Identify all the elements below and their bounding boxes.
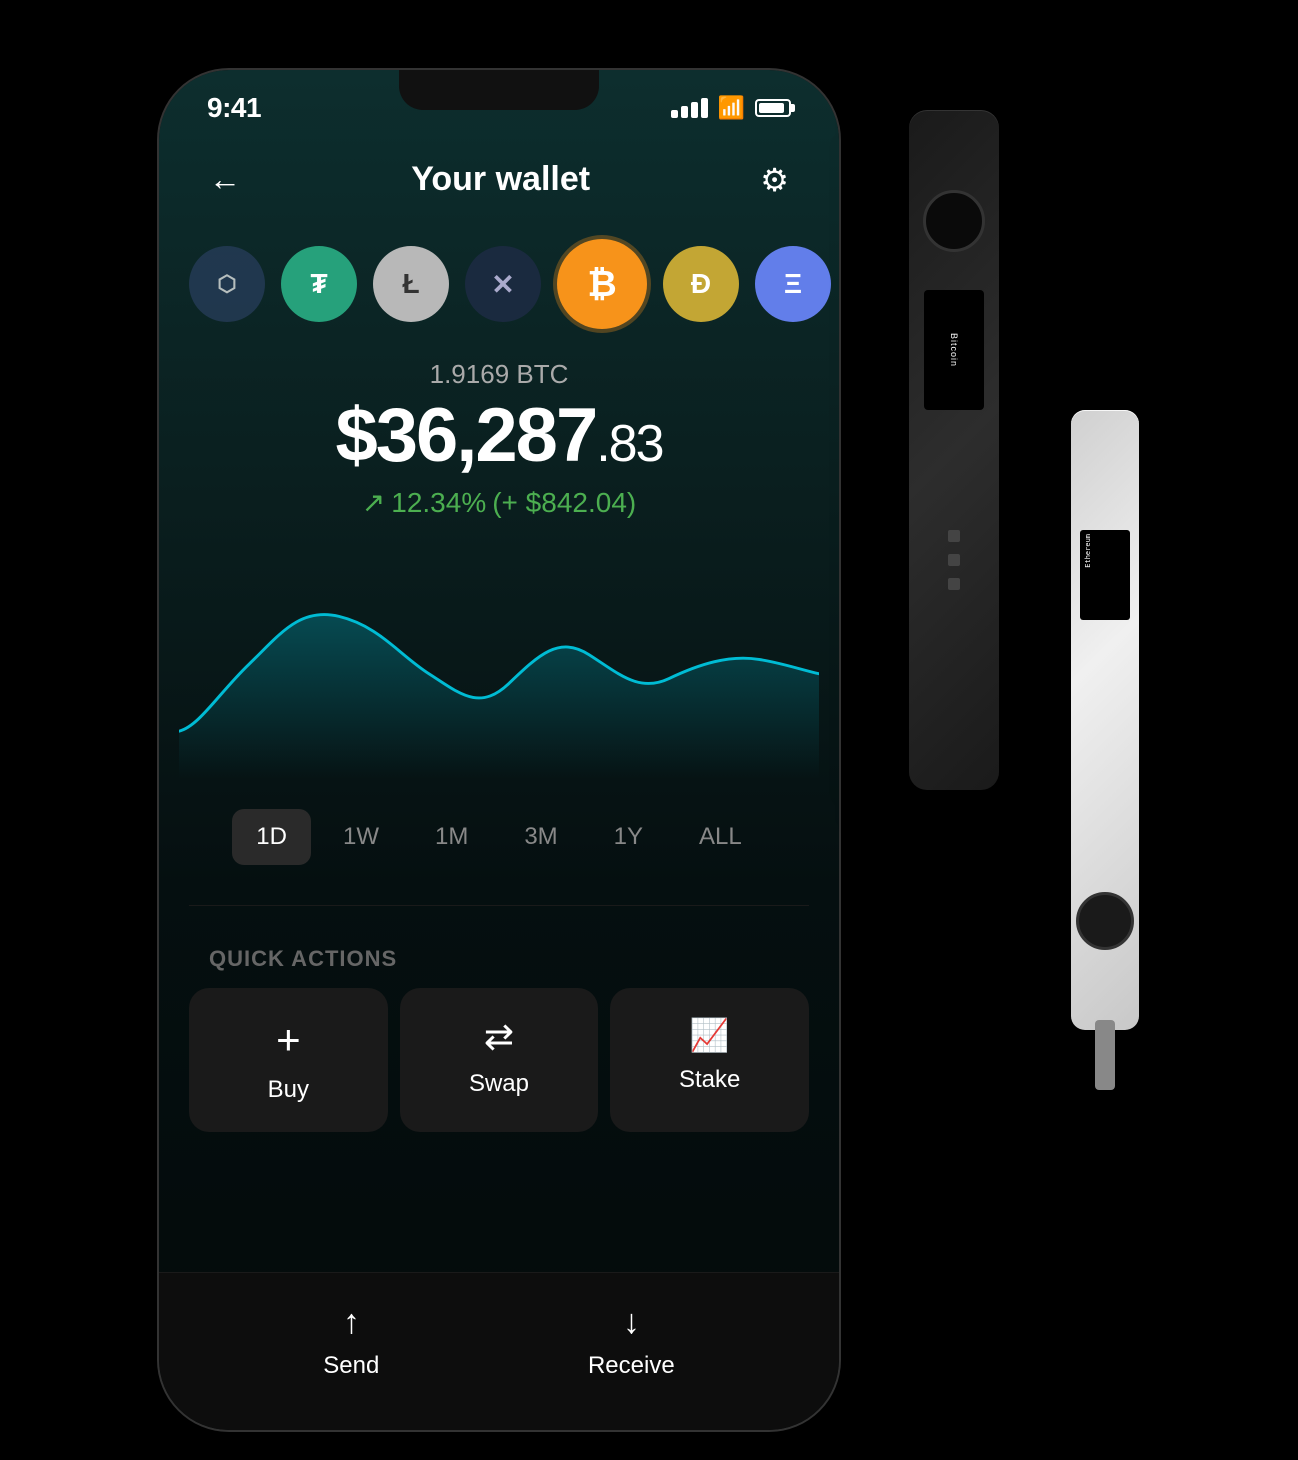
quick-actions-grid: + Buy ⇄ Swap 📈 Stake <box>159 988 839 1132</box>
swap-button[interactable]: ⇄ Swap <box>400 988 599 1132</box>
settings-icon[interactable]: ⚙ <box>760 161 789 199</box>
phone-screen: 9:41 📶 ← Your wallet <box>159 70 839 1430</box>
page-title: Your wallet <box>411 160 590 199</box>
period-1w[interactable]: 1W <box>319 809 403 865</box>
buy-button[interactable]: + Buy <box>189 988 388 1132</box>
wifi-icon: 📶 <box>718 95 745 121</box>
coin-item-btc[interactable]: ₿ <box>557 239 647 329</box>
ledger-nano-s-usb <box>1095 1020 1115 1090</box>
scene: 9:41 📶 ← Your wallet <box>99 30 1199 1430</box>
receive-button[interactable]: ↓ Receive <box>588 1303 675 1380</box>
quick-actions-label: QUICK ACTIONS <box>159 926 839 988</box>
change-arrow: ↗ <box>362 486 385 519</box>
stake-label: Stake <box>679 1066 740 1094</box>
send-button[interactable]: ↑ Send <box>323 1303 379 1380</box>
coin-item-doge[interactable]: Ð <box>663 246 739 322</box>
phone-device: 9:41 📶 ← Your wallet <box>159 70 839 1430</box>
coin-item-xrp[interactable]: ✕ <box>465 246 541 322</box>
page-header: ← Your wallet ⚙ <box>159 140 839 219</box>
change-value: (+ $842.04) <box>492 487 636 519</box>
send-icon: ↑ <box>343 1303 360 1342</box>
coin-item-ltc[interactable]: Ł <box>373 246 449 322</box>
coin-item-eth[interactable]: Ξ <box>755 246 831 322</box>
ledger-nano-x-screen-text: Bitcoin <box>949 333 959 367</box>
balance-section: 1.9169 BTC $36,287.83 ↗ 12.34% (+ $842.0… <box>159 349 839 529</box>
period-3m[interactable]: 3M <box>500 809 581 865</box>
price-chart <box>159 529 839 789</box>
stake-button[interactable]: 📈 Stake <box>610 988 809 1132</box>
fiat-balance: $36,287.83 <box>179 398 819 474</box>
receive-icon: ↓ <box>623 1303 640 1342</box>
coin-item-unknown[interactable]: ⬡ <box>189 246 265 322</box>
signal-icon <box>671 98 708 118</box>
divider <box>189 905 809 906</box>
ledger-nano-s-screen: Ethereum <box>1080 530 1130 620</box>
crypto-balance: 1.9169 BTC <box>179 359 819 390</box>
balance-change: ↗ 12.34% (+ $842.04) <box>179 486 819 519</box>
ledger-nano-x: Bitcoin <box>909 110 999 790</box>
ledger-nano-s: Ethereum <box>1071 410 1139 1030</box>
coin-item-tether[interactable]: ₮ <box>281 246 357 322</box>
bottom-navigation: ↑ Send ↓ Receive <box>159 1272 839 1430</box>
swap-label: Swap <box>469 1070 529 1098</box>
stake-icon: 📈 <box>690 1016 730 1054</box>
coin-selector-row: ⬡ ₮ Ł ✕ ₿ Ð Ξ ◈ A <box>159 219 839 349</box>
back-button[interactable]: ← <box>209 161 241 198</box>
period-1d[interactable]: 1D <box>232 809 311 865</box>
period-1y[interactable]: 1Y <box>590 809 667 865</box>
period-1m[interactable]: 1M <box>411 809 492 865</box>
send-label: Send <box>323 1352 379 1380</box>
status-icons: 📶 <box>671 95 791 121</box>
battery-icon <box>755 99 791 117</box>
time-period-selector: 1D 1W 1M 3M 1Y ALL <box>159 789 839 885</box>
ledger-nano-x-screen: Bitcoin <box>924 290 984 410</box>
buy-label: Buy <box>268 1076 309 1104</box>
fiat-main: $36,287 <box>335 393 596 478</box>
fiat-cents: .83 <box>596 415 662 473</box>
period-all[interactable]: ALL <box>675 809 766 865</box>
status-time: 9:41 <box>207 92 261 124</box>
buy-icon: + <box>276 1016 301 1064</box>
change-percent: 12.34% <box>391 487 486 519</box>
phone-notch <box>399 70 599 110</box>
swap-icon: ⇄ <box>484 1016 514 1058</box>
receive-label: Receive <box>588 1352 675 1380</box>
